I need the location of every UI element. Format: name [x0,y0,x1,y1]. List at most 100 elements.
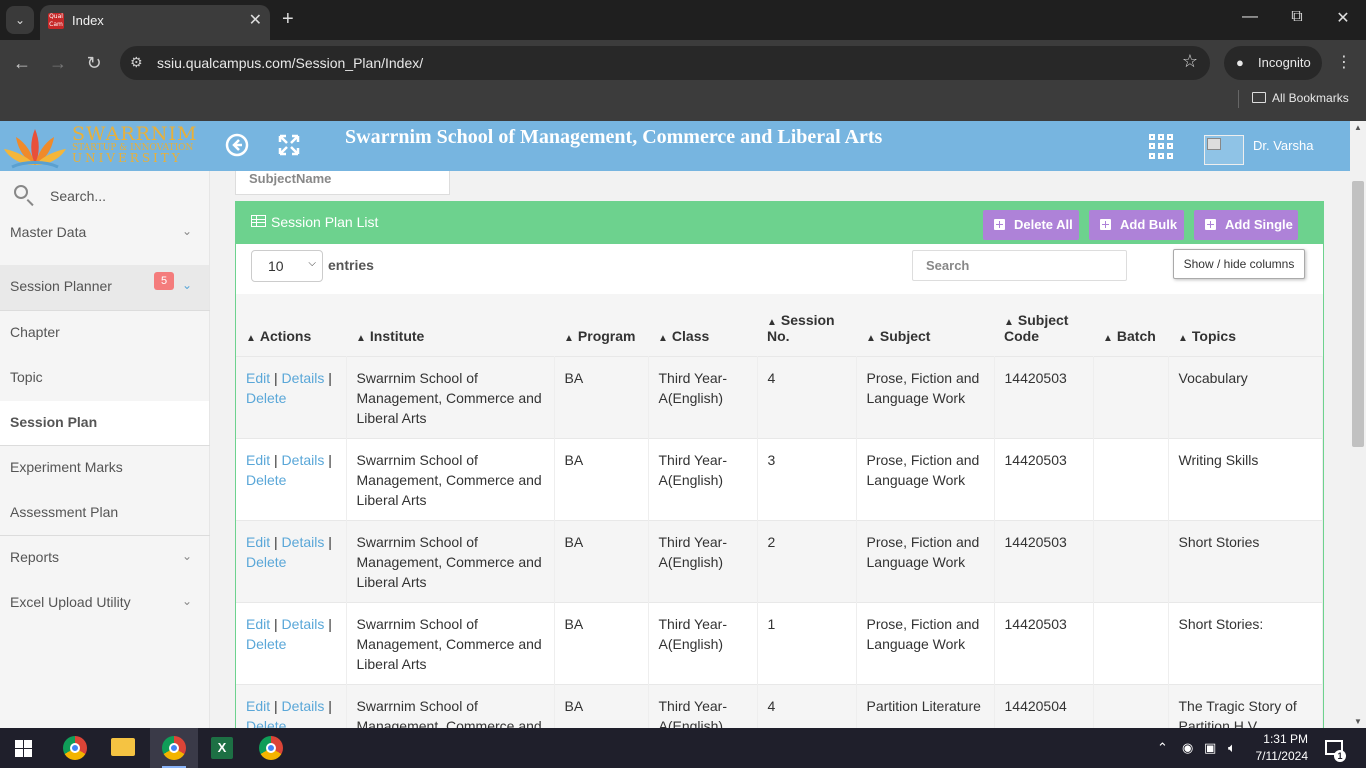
restore-icon[interactable]: ⧉ [1282,8,1312,26]
page-length-select[interactable]: 10 ⌵ [251,250,323,282]
meet-now-icon[interactable]: ◉ [1182,740,1193,756]
browser-menu-icon[interactable]: ⋮ [1336,52,1352,72]
table-search-input[interactable]: Search [912,250,1127,281]
address-bar[interactable]: ⚙ ssiu.qualcampus.com/Session_Plan/Index… [120,46,1210,80]
chevron-down-icon: ⌄ [182,549,193,563]
edit-link[interactable]: Edit [246,534,270,550]
sidebar-item-reports[interactable]: Reports ⌄ [0,536,209,581]
page-scrollbar[interactable]: ▲ ▼ [1350,121,1366,728]
university-logo[interactable]: SWARRNIM STARTUP & INNOVATION UNIVERSITY [2,121,202,171]
site-info-icon[interactable]: ⚙ [130,54,143,71]
folder-icon [111,738,135,756]
taskbar-file-explorer[interactable] [99,728,147,768]
apps-grid-icon[interactable] [1149,134,1174,159]
system-clock[interactable]: 1:31 PM 7/11/2024 [1248,731,1309,765]
taskbar-chrome-3[interactable] [247,728,295,768]
delete-link[interactable]: Delete [246,390,286,406]
institute-title: Swarrnim School of Management, Commerce … [345,126,883,148]
user-avatar[interactable] [1204,135,1244,165]
clock-time: 1:31 PM [1263,732,1308,746]
tab-search-chevron-icon[interactable]: ⌄ [6,6,34,34]
delete-all-button[interactable]: Delete All [983,210,1079,240]
show-hide-columns-button[interactable]: Show / hide columns [1173,249,1305,279]
edit-link[interactable]: Edit [246,370,270,386]
column-header-institute[interactable]: ▲︎ Institute [346,294,554,356]
windows-start-icon[interactable] [15,740,32,757]
delete-link[interactable]: Delete [246,636,286,652]
delete-link[interactable]: Delete [246,472,286,488]
chrome-icon [63,736,87,760]
sidebar-item-label: Topic [10,369,43,385]
forward-arrow-icon[interactable]: → [46,51,70,75]
session-plan-panel: Session Plan List Delete All Add Bulk Ad… [235,201,1324,728]
user-name[interactable]: Dr. Varsha [1253,138,1313,153]
sidebar-item-master-data[interactable]: Master Data ⌄ [0,211,209,256]
column-header-actions[interactable]: ▲ Actions [236,294,346,356]
details-link[interactable]: Details [282,698,325,714]
details-link[interactable]: Details [282,534,325,550]
broken-image-icon [1207,138,1221,150]
sidebar-item-session-plan[interactable]: Session Plan [0,401,209,446]
scroll-up-arrow-icon[interactable]: ▲ [1354,123,1362,132]
edit-link[interactable]: Edit [246,616,270,632]
plus-square-icon [1100,219,1111,230]
tray-chevron-up-icon[interactable]: ⌃ [1157,740,1168,756]
delete-link[interactable]: Delete [246,718,286,729]
taskbar-excel[interactable]: X [198,728,246,768]
back-arrow-icon[interactable]: ← [10,51,34,75]
cell-subject: Partition Literature [856,684,995,728]
column-header-program[interactable]: ▲ Program [554,294,648,356]
incognito-label: Incognito [1258,55,1311,70]
bookmark-star-icon[interactable]: ☆ [1182,51,1198,72]
sidebar-item-experiment-marks[interactable]: Experiment Marks [0,446,209,491]
column-header-topics[interactable]: ▲ Topics [1168,294,1323,356]
column-header-session-no[interactable]: ▲ Session No. [757,294,856,356]
link-separator: | [328,697,332,714]
subject-name-filter-input[interactable]: SubjectName [235,171,450,195]
all-bookmarks-button[interactable]: All Bookmarks [1252,91,1349,105]
cell-subject-code: 14420503 [994,520,1094,602]
tab-close-icon[interactable]: ✕ [249,10,262,30]
column-header-subject-code[interactable]: ▲ Subject Code [994,294,1093,356]
sidebar-item-session-planner[interactable]: Session Planner ⌄ [0,265,209,310]
add-bulk-label: Add Bulk [1120,217,1178,232]
taskbar-chrome-2[interactable] [150,728,198,768]
scrollbar-thumb[interactable] [1352,181,1364,447]
new-tab-plus-icon[interactable]: + [282,8,294,30]
reload-icon[interactable]: ↻ [82,51,106,75]
column-header-class[interactable]: ▲ Class [648,294,757,356]
browser-tab-active[interactable]: Qual Cam Index ✕ [40,5,270,40]
column-header-batch[interactable]: ▲ Batch [1093,294,1168,356]
table-row: Edit | Details | Delete Swarrnim School of… [236,684,1323,728]
fullscreen-expand-icon[interactable] [277,133,301,164]
scroll-down-arrow-icon[interactable]: ▼ [1354,717,1362,726]
taskbar-chrome-1[interactable] [51,728,99,768]
sidebar-search-input[interactable]: Search... [50,188,106,204]
sidebar: Search... Master Data ⌄ Session Planner … [0,171,210,728]
back-circle-icon[interactable] [225,133,249,164]
sidebar-item-assessment-plan[interactable]: Assessment Plan [0,491,209,536]
url-text[interactable]: ssiu.qualcampus.com/Session_Plan/Index/ [157,55,423,71]
column-header-subject[interactable]: ▲ Subject [856,294,994,356]
sidebar-item-chapter[interactable]: Chapter [0,311,209,356]
edit-link[interactable]: Edit [246,452,270,468]
sidebar-item-topic[interactable]: Topic [0,356,209,401]
sidebar-item-excel-upload-utility[interactable]: Excel Upload Utility ⌄ [0,581,209,626]
volume-icon[interactable]: 🔈︎ [1228,740,1236,756]
minimize-icon[interactable]: — [1235,8,1265,26]
details-link[interactable]: Details [282,616,325,632]
cell-program: BA [554,602,649,684]
edit-link[interactable]: Edit [246,698,270,714]
delete-link[interactable]: Delete [246,554,286,570]
network-icon[interactable]: ▣ [1204,740,1216,756]
cell-batch [1093,438,1169,520]
details-link[interactable]: Details [282,370,325,386]
add-bulk-button[interactable]: Add Bulk [1089,210,1184,240]
cell-topics: Short Stories: [1168,602,1323,684]
add-single-button[interactable]: Add Single [1194,210,1298,240]
link-separator: | [274,697,278,714]
window-close-icon[interactable]: ✕ [1328,8,1358,28]
entries-label: entries [328,257,374,273]
incognito-indicator[interactable]: ● Incognito [1224,46,1322,80]
details-link[interactable]: Details [282,452,325,468]
